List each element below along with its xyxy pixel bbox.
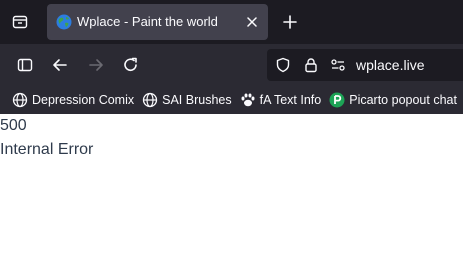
active-tab[interactable]: Wplace - Paint the world — [47, 4, 268, 40]
tracking-protection-icon[interactable] — [275, 57, 291, 73]
tab-manager-button[interactable] — [4, 6, 36, 38]
bookmark-label: fA Text Info — [259, 93, 322, 107]
bookmark-label: Picarto popout chat — [349, 93, 457, 107]
tab-strip: Wplace - Paint the world — [0, 0, 463, 44]
bookmarks-toolbar: Depression Comix SAI Brushes fA Text Inf… — [0, 86, 463, 114]
lock-icon[interactable] — [303, 57, 319, 73]
forward-button[interactable] — [81, 50, 111, 80]
reload-button[interactable] — [116, 50, 146, 80]
picarto-icon — [329, 92, 345, 108]
bookmark-depression-comix[interactable]: Depression Comix — [8, 88, 138, 112]
back-button[interactable] — [45, 50, 75, 80]
globe-icon — [12, 92, 28, 108]
bookmark-picarto-popout-chat[interactable]: Picarto popout chat — [325, 88, 461, 112]
tab-close-button[interactable] — [243, 13, 261, 31]
url-host: wplace.live — [356, 57, 425, 73]
sidebar-button[interactable] — [10, 50, 40, 80]
error-message: Internal Error — [0, 141, 94, 158]
plus-icon — [283, 15, 297, 29]
globe-icon — [142, 92, 158, 108]
bookmark-label: SAI Brushes — [162, 93, 232, 107]
arrow-left-icon — [53, 59, 67, 71]
permissions-icon[interactable] — [330, 57, 346, 73]
paw-icon — [240, 92, 256, 108]
new-tab-button[interactable] — [276, 8, 304, 36]
bookmark-label: Depression Comix — [32, 93, 135, 107]
close-icon — [247, 17, 257, 27]
globe-favicon-icon — [56, 14, 72, 30]
reload-icon — [124, 57, 137, 71]
arrow-right-icon — [89, 59, 103, 71]
url-bar[interactable]: wplace.live — [267, 49, 463, 81]
tab-title: Wplace - Paint the world — [77, 14, 218, 29]
bookmark-fa-text-info[interactable]: fA Text Info — [236, 88, 326, 112]
page-content: 500 Internal Error — [0, 114, 463, 274]
tab-manager-icon — [12, 15, 28, 29]
bookmark-sai-brushes[interactable]: SAI Brushes — [138, 88, 235, 112]
error-code: 500 — [0, 117, 27, 134]
sidebar-icon — [17, 58, 33, 72]
